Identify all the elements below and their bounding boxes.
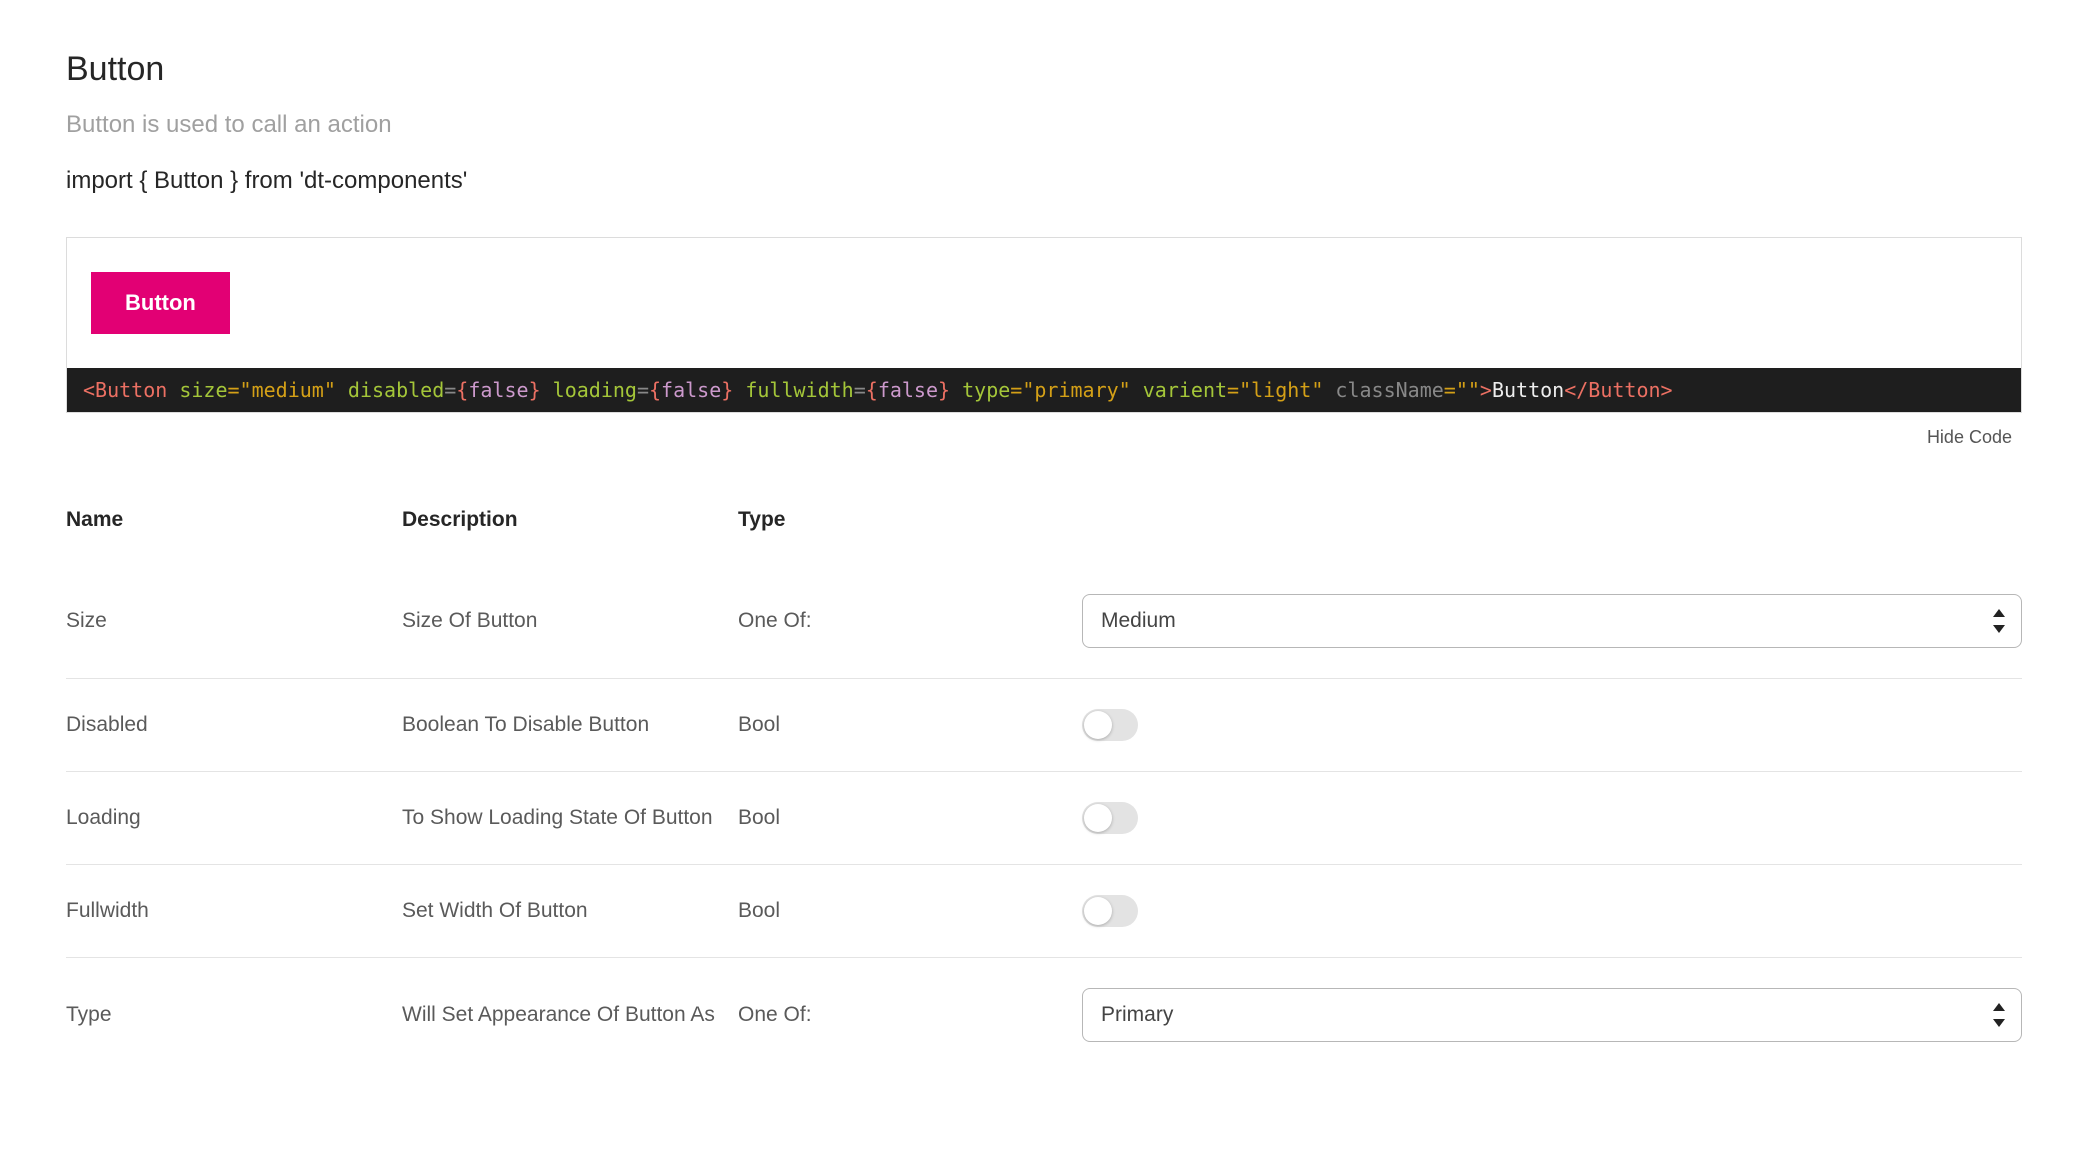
code-token: ="medium"	[228, 378, 336, 402]
preview-block: Button <Button size="medium" disabled={f…	[66, 237, 2022, 413]
code-token: disabled	[336, 378, 444, 402]
code-snippet: <Button size="medium" disabled={false} l…	[67, 368, 2021, 412]
code-token: <Button	[83, 378, 179, 402]
select-arrows-icon	[1993, 609, 2007, 633]
code-token: type	[950, 378, 1010, 402]
code-token: {	[456, 378, 468, 402]
th-description: Description	[402, 508, 738, 564]
code-token: >	[1480, 378, 1492, 402]
toggle-knob-icon	[1084, 804, 1112, 832]
code-token: {	[649, 378, 661, 402]
cell-name: Size	[66, 564, 402, 679]
cell-desc: Boolean To Disable Button	[402, 679, 738, 772]
page-subtitle: Button is used to call an action	[66, 111, 2022, 139]
th-control	[1082, 508, 2022, 564]
cell-type: One Of:	[738, 958, 1082, 1073]
row-loading: Loading To Show Loading State Of Button …	[66, 772, 2022, 865]
row-fullwidth: Fullwidth Set Width Of Button Bool	[66, 865, 2022, 958]
code-token: =	[444, 378, 456, 402]
code-token: =""	[1444, 378, 1480, 402]
page-title: Button	[66, 50, 2022, 89]
import-line: import { Button } from 'dt-components'	[66, 167, 2022, 195]
preview-stage: Button	[67, 238, 2021, 368]
code-token: loading	[541, 378, 637, 402]
type-select[interactable]: Primary	[1082, 988, 2022, 1042]
code-token: =	[854, 378, 866, 402]
props-table: Name Description Type Size Size Of Butto…	[66, 508, 2022, 1072]
fullwidth-toggle[interactable]	[1082, 895, 1138, 927]
code-token: }	[529, 378, 541, 402]
code-token: false	[878, 378, 938, 402]
cell-type: One Of:	[738, 564, 1082, 679]
type-select-value: Primary	[1101, 1003, 1173, 1027]
code-token: }	[721, 378, 733, 402]
code-token: fullwidth	[733, 378, 853, 402]
code-token: ="primary"	[1010, 378, 1130, 402]
cell-name: Loading	[66, 772, 402, 865]
th-type: Type	[738, 508, 1082, 564]
row-type: Type Will Set Appearance Of Button As On…	[66, 958, 2022, 1073]
cell-name: Disabled	[66, 679, 402, 772]
cell-desc: To Show Loading State Of Button	[402, 772, 738, 865]
cell-desc: Will Set Appearance Of Button As	[402, 958, 738, 1073]
cell-type: Bool	[738, 679, 1082, 772]
size-select[interactable]: Medium	[1082, 594, 2022, 648]
hide-code-row: Hide Code	[66, 427, 2012, 448]
hide-code-button[interactable]: Hide Code	[1927, 427, 2012, 447]
cell-type: Bool	[738, 865, 1082, 958]
code-token: varient	[1131, 378, 1227, 402]
cell-name: Type	[66, 958, 402, 1073]
demo-button[interactable]: Button	[91, 272, 230, 334]
code-token: ="light"	[1227, 378, 1323, 402]
loading-toggle[interactable]	[1082, 802, 1138, 834]
code-token: }	[938, 378, 950, 402]
cell-desc: Size Of Button	[402, 564, 738, 679]
row-size: Size Size Of Button One Of: Medium	[66, 564, 2022, 679]
code-token: className	[1323, 378, 1443, 402]
toggle-knob-icon	[1084, 897, 1112, 925]
page-root: Button Button is used to call an action …	[0, 0, 2088, 1072]
disabled-toggle[interactable]	[1082, 709, 1138, 741]
code-token: size	[179, 378, 227, 402]
th-name: Name	[66, 508, 402, 564]
size-select-value: Medium	[1101, 609, 1176, 633]
cell-desc: Set Width Of Button	[402, 865, 738, 958]
code-token: false	[661, 378, 721, 402]
select-arrows-icon	[1993, 1003, 2007, 1027]
code-token: </Button>	[1564, 378, 1672, 402]
code-token: {	[866, 378, 878, 402]
code-token: Button	[1492, 378, 1564, 402]
code-token: false	[468, 378, 528, 402]
row-disabled: Disabled Boolean To Disable Button Bool	[66, 679, 2022, 772]
cell-type: Bool	[738, 772, 1082, 865]
cell-name: Fullwidth	[66, 865, 402, 958]
code-token: =	[637, 378, 649, 402]
toggle-knob-icon	[1084, 711, 1112, 739]
